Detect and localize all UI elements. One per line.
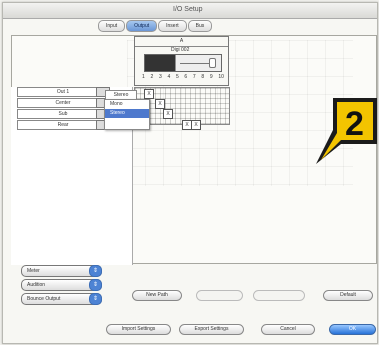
tab-insert[interactable]: Insert [158, 20, 187, 32]
channel-label: 5 [175, 74, 179, 80]
audition-select[interactable]: Audition ⇕ [21, 279, 102, 291]
step-number-callout: 2 [316, 98, 377, 164]
io-header-panel: A Digi 002 1 2 3 4 5 6 7 8 9 10 [134, 36, 229, 86]
bus-name-label: Digi 002 [171, 47, 190, 53]
channel-label: 9 [209, 74, 213, 80]
channel-label: 4 [167, 74, 171, 80]
channel-number-row: 1 2 3 4 5 6 7 8 9 10 [142, 74, 224, 80]
bottom-settings-selects: Meter ⇕ Audition ⇕ Bounce Output ⇕ [21, 265, 102, 310]
routing-checkbox[interactable]: X [144, 89, 154, 99]
io-tabs: Input Output Insert Bus [98, 20, 213, 32]
routing-checkbox[interactable]: X [155, 99, 165, 109]
window-titlebar[interactable]: I/O Setup [3, 3, 377, 19]
channel-label: 10 [218, 74, 224, 80]
export-settings-button[interactable]: Export Settings [179, 324, 244, 335]
channel-label: 8 [201, 74, 205, 80]
level-slider-handle[interactable] [209, 58, 216, 68]
channel-label: 2 [150, 74, 154, 80]
meter-select[interactable]: Meter ⇕ [21, 265, 102, 277]
io-header-top: A [135, 37, 228, 47]
bounce-output-select[interactable]: Bounce Output ⇕ [21, 293, 102, 305]
routing-checkbox[interactable]: X [191, 120, 201, 130]
format-option-stereo[interactable]: Stereo [105, 109, 149, 118]
format-dropdown-menu: Mono Stereo [104, 99, 150, 130]
channel-label: 6 [184, 74, 188, 80]
disabled-button [253, 290, 305, 301]
new-path-button[interactable]: New Path [132, 290, 182, 301]
select-arrow-icon: ⇕ [89, 279, 102, 291]
import-settings-button[interactable]: Import Settings [106, 324, 171, 335]
format-option-mono[interactable]: Mono [105, 100, 149, 109]
default-button[interactable]: Default [323, 290, 373, 301]
channel-label: 3 [158, 74, 162, 80]
tab-output[interactable]: Output [126, 20, 158, 32]
disabled-button [196, 290, 243, 301]
channel-label: 1 [142, 74, 145, 80]
bounce-output-label: Bounce Output [27, 296, 61, 302]
audition-label: Audition [27, 282, 46, 288]
select-arrow-icon: ⇕ [89, 265, 102, 277]
ok-button[interactable]: OK [329, 324, 376, 335]
meter-label: Meter [27, 268, 40, 274]
channel-label: 7 [192, 74, 196, 80]
tab-bus[interactable]: Bus [187, 20, 213, 32]
callout-number: 2 [345, 105, 364, 143]
select-arrow-icon: ⇕ [89, 293, 102, 305]
cancel-button[interactable]: Cancel [261, 324, 315, 335]
window-title: I/O Setup [173, 6, 203, 13]
routing-checkbox[interactable]: X [163, 109, 173, 119]
io-setup-window: I/O Setup Input Output Insert Bus A Digi… [2, 2, 378, 344]
tab-input[interactable]: Input [98, 20, 126, 32]
